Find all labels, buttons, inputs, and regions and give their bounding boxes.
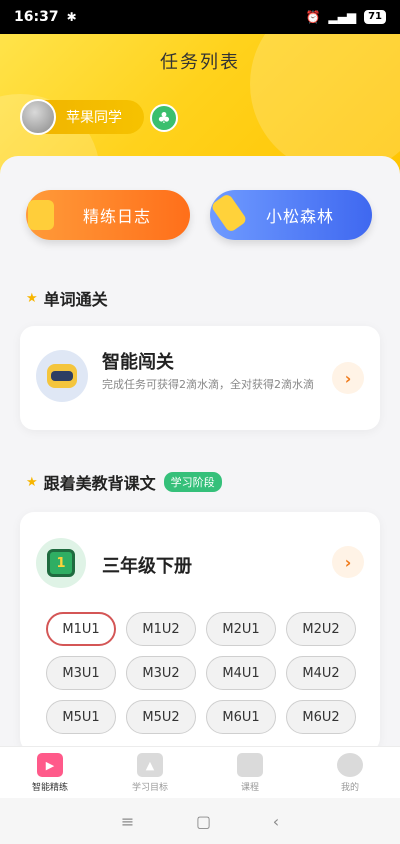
book-icon: 1	[36, 538, 86, 588]
practice-log-button[interactable]: 精练日志	[26, 190, 190, 240]
profile-icon	[337, 753, 363, 777]
tab-label: 智能精练	[31, 783, 68, 793]
avatar	[20, 99, 56, 135]
tab-goals[interactable]: ▲ 学习目标	[100, 747, 200, 798]
system-nav-bar: ≡ ▢ ‹	[0, 798, 400, 844]
tab-course[interactable]: 课程	[200, 747, 300, 798]
home-icon[interactable]: ▢	[196, 812, 211, 831]
tab-me[interactable]: 我的	[300, 747, 400, 798]
tab-label: 我的	[340, 783, 359, 793]
tab-label: 课程	[240, 783, 259, 793]
unit-chip[interactable]: M3U2	[126, 656, 196, 690]
course-icon	[237, 753, 263, 777]
robot-icon	[36, 350, 88, 402]
battery-indicator: 71	[364, 10, 386, 24]
unit-chip[interactable]: M1U1	[46, 612, 116, 646]
notebook-icon	[28, 200, 54, 230]
robot-head	[47, 364, 77, 388]
status-time: 16:37	[14, 9, 59, 25]
star-icon: ★	[26, 474, 38, 490]
tab-practice[interactable]: ▶ 智能精练	[0, 747, 100, 798]
book-inner-icon: 1	[47, 549, 75, 577]
stage-badge[interactable]: 学习阶段	[163, 472, 222, 492]
pencil-icon	[210, 192, 248, 234]
unit-chip[interactable]: M4U2	[286, 656, 356, 690]
user-profile-pill[interactable]: 苹果同学	[20, 99, 144, 135]
unit-chip[interactable]: M5U2	[126, 700, 196, 734]
play-icon: ▶	[37, 753, 63, 777]
unit-chip[interactable]: M6U2	[286, 700, 356, 734]
unit-grid: M1U1 M1U2 M2U1 M2U2 M3U1 M3U2 M4U1 M4U2 …	[46, 612, 366, 734]
star-icon: ★	[26, 290, 38, 306]
tree-icon[interactable]: ♣	[150, 104, 178, 132]
tab-label: 学习目标	[131, 783, 168, 793]
unit-chip[interactable]: M2U2	[286, 612, 356, 646]
status-icons: ⏰ ▂▄▆ 71	[305, 10, 386, 24]
card-description: 完成任务可获得2滴水滴，全对获得2滴水滴	[102, 378, 314, 391]
card-title: 智能闯关	[102, 352, 174, 373]
textbook-card: 1 三年级下册 › M1U1 M1U2 M2U1 M2U2 M3U1 M3U2 …	[20, 512, 380, 746]
card-title: 三年级下册	[102, 556, 192, 577]
forest-button[interactable]: 小松森林	[210, 190, 372, 240]
section-title-texts-label: 跟着美教背课文	[43, 474, 156, 493]
back-icon[interactable]: ‹	[273, 812, 279, 831]
status-bar: 16:37 ✱ ⏰ ▂▄▆ 71	[0, 0, 400, 34]
alarm-icon: ⏰	[305, 10, 321, 24]
section-title-words: ★ 单词通关	[26, 286, 108, 310]
section-title-words-label: 单词通关	[43, 290, 108, 309]
unit-chip[interactable]: M6U1	[206, 700, 276, 734]
chevron-right-icon[interactable]: ›	[332, 362, 364, 394]
bluetooth-icon: ✱	[66, 10, 77, 24]
unit-chip[interactable]: M4U1	[206, 656, 276, 690]
chevron-right-icon[interactable]: ›	[332, 546, 364, 578]
unit-chip[interactable]: M1U2	[126, 612, 196, 646]
tree-icon: ▲	[137, 753, 163, 777]
main-content: 精练日志 小松森林 ★ 单词通关 智能闯关 完成任务可获得2滴水滴，全对获得2滴…	[0, 156, 400, 746]
robot-face	[51, 371, 73, 381]
smart-challenge-card[interactable]: 智能闯关 完成任务可获得2滴水滴，全对获得2滴水滴 ›	[20, 326, 380, 430]
signal-icon: ▂▄▆	[328, 10, 357, 24]
user-name: 苹果同学	[66, 110, 122, 126]
page-title: 任务列表	[160, 52, 240, 73]
unit-chip[interactable]: M3U1	[46, 656, 116, 690]
menu-icon[interactable]: ≡	[121, 812, 134, 831]
unit-chip[interactable]: M5U1	[46, 700, 116, 734]
practice-log-label: 精练日志	[82, 207, 151, 226]
forest-label: 小松森林	[265, 207, 334, 226]
section-title-texts: ★ 跟着美教背课文 学习阶段	[26, 470, 222, 494]
unit-chip[interactable]: M2U1	[206, 612, 276, 646]
bottom-tab-bar: ▶ 智能精练 ▲ 学习目标 课程 我的	[0, 746, 400, 798]
